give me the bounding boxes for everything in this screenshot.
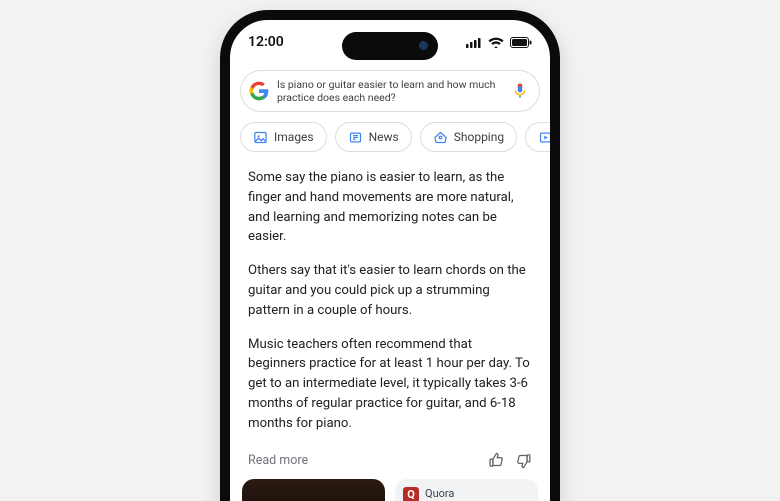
voice-search-icon[interactable] xyxy=(511,82,529,100)
chip-shopping[interactable]: Shopping xyxy=(420,122,517,152)
chip-label: News xyxy=(369,130,399,144)
answer-paragraph: Others say that it's easier to learn cho… xyxy=(248,261,532,320)
source-label: Quora xyxy=(425,487,454,500)
chip-label: Images xyxy=(274,130,314,144)
search-query-text: Is piano or guitar easier to learn and h… xyxy=(277,78,503,104)
source-card-image[interactable] xyxy=(242,479,385,501)
quora-icon: Q xyxy=(403,487,419,501)
battery-icon xyxy=(510,37,532,48)
cellular-icon xyxy=(466,37,482,48)
thumbs-up-icon[interactable] xyxy=(488,452,505,469)
shopping-icon xyxy=(433,130,448,145)
status-time: 12:00 xyxy=(248,34,284,50)
google-logo-icon xyxy=(249,81,269,101)
source-card-quora[interactable]: Q Quora xyxy=(395,479,538,501)
phone-frame: 12:00 Is piano or guitar easier to learn… xyxy=(220,10,560,501)
answer-paragraph: Music teachers often recommend that begi… xyxy=(248,335,532,434)
videos-icon xyxy=(538,130,550,145)
chip-label: Shopping xyxy=(454,130,504,144)
filter-chips-row: Images News Shopping Vide xyxy=(230,122,550,164)
answer-paragraph: Some say the piano is easier to learn, a… xyxy=(248,168,532,247)
read-more-link[interactable]: Read more xyxy=(248,453,308,468)
chip-news[interactable]: News xyxy=(335,122,412,152)
ai-answer-block: Some say the piano is easier to learn, a… xyxy=(230,164,550,434)
search-bar[interactable]: Is piano or guitar easier to learn and h… xyxy=(240,70,540,112)
news-icon xyxy=(348,130,363,145)
feedback-controls xyxy=(488,452,532,469)
images-icon xyxy=(253,130,268,145)
dynamic-island xyxy=(342,32,438,60)
wifi-icon xyxy=(488,37,504,48)
chip-videos[interactable]: Vide xyxy=(525,122,550,152)
source-cards-row: Q Quora xyxy=(230,479,550,501)
chip-images[interactable]: Images xyxy=(240,122,327,152)
thumbs-down-icon[interactable] xyxy=(515,452,532,469)
